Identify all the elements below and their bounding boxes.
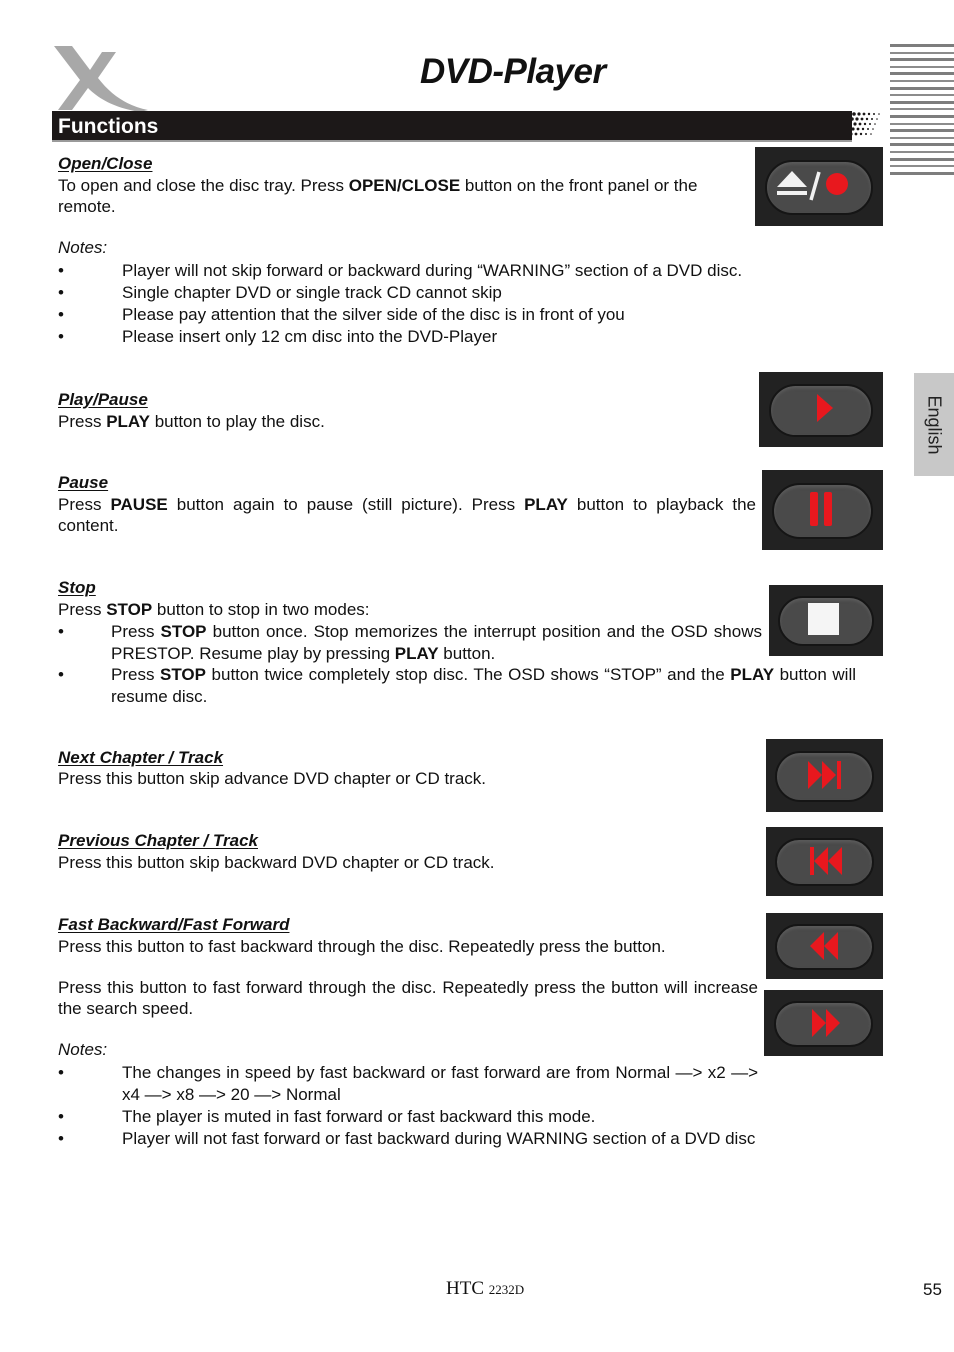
heading-stop: Stop [58, 578, 96, 597]
previous-chapter-text: Press this button skip backward DVD chap… [58, 853, 495, 872]
next-track-button-icon [766, 739, 883, 812]
pause-button-icon [762, 470, 883, 550]
page-title: DVD-Player [420, 52, 606, 91]
fast-backward-button-icon [766, 913, 883, 979]
notes-label: Notes: [58, 1040, 108, 1059]
next-chapter-text: Press this button skip advance DVD chapt… [58, 769, 487, 788]
heading-previous-chapter: Previous Chapter / Track [58, 831, 258, 850]
fast-backward-text: Press this button to fast backward throu… [58, 937, 666, 956]
heading-play-pause: Play/Pause [58, 390, 148, 409]
heading-next-chapter: Next Chapter / Track [58, 748, 224, 767]
heading-pause: Pause [58, 473, 109, 492]
notes-label: Notes: [58, 238, 108, 257]
page-number: 55 [923, 1280, 942, 1299]
halftone-decoration [842, 111, 880, 138]
x-brand-logo [54, 46, 148, 112]
section-header-bar: Functions [52, 111, 852, 142]
eject-record-button-icon [755, 147, 883, 226]
play-pause-text: Press PLAY button to play the disc. [58, 412, 325, 431]
heading-fast-backward-forward: Fast Backward/Fast Forward [58, 915, 290, 934]
pause-text: Press PAUSE button again to pause (still… [58, 495, 756, 535]
play-button-icon [759, 372, 883, 447]
heading-open-close: Open/Close [58, 154, 153, 173]
fast-forward-text: Press this button to fast forward throug… [58, 978, 758, 1018]
language-tab[interactable]: English [914, 373, 954, 476]
previous-track-button-icon [766, 827, 883, 896]
open-close-text: To open and close the disc tray. Press O… [58, 176, 698, 216]
stop-text: Press STOP button to stop in two modes: [58, 600, 370, 619]
section-title: Functions [58, 115, 159, 138]
footer-model: HTC 2232D [446, 1278, 525, 1299]
language-tab-label: English [924, 394, 945, 455]
stop-button-icon [769, 585, 883, 656]
decorative-stripes [890, 44, 954, 175]
fast-forward-button-icon [764, 990, 883, 1056]
